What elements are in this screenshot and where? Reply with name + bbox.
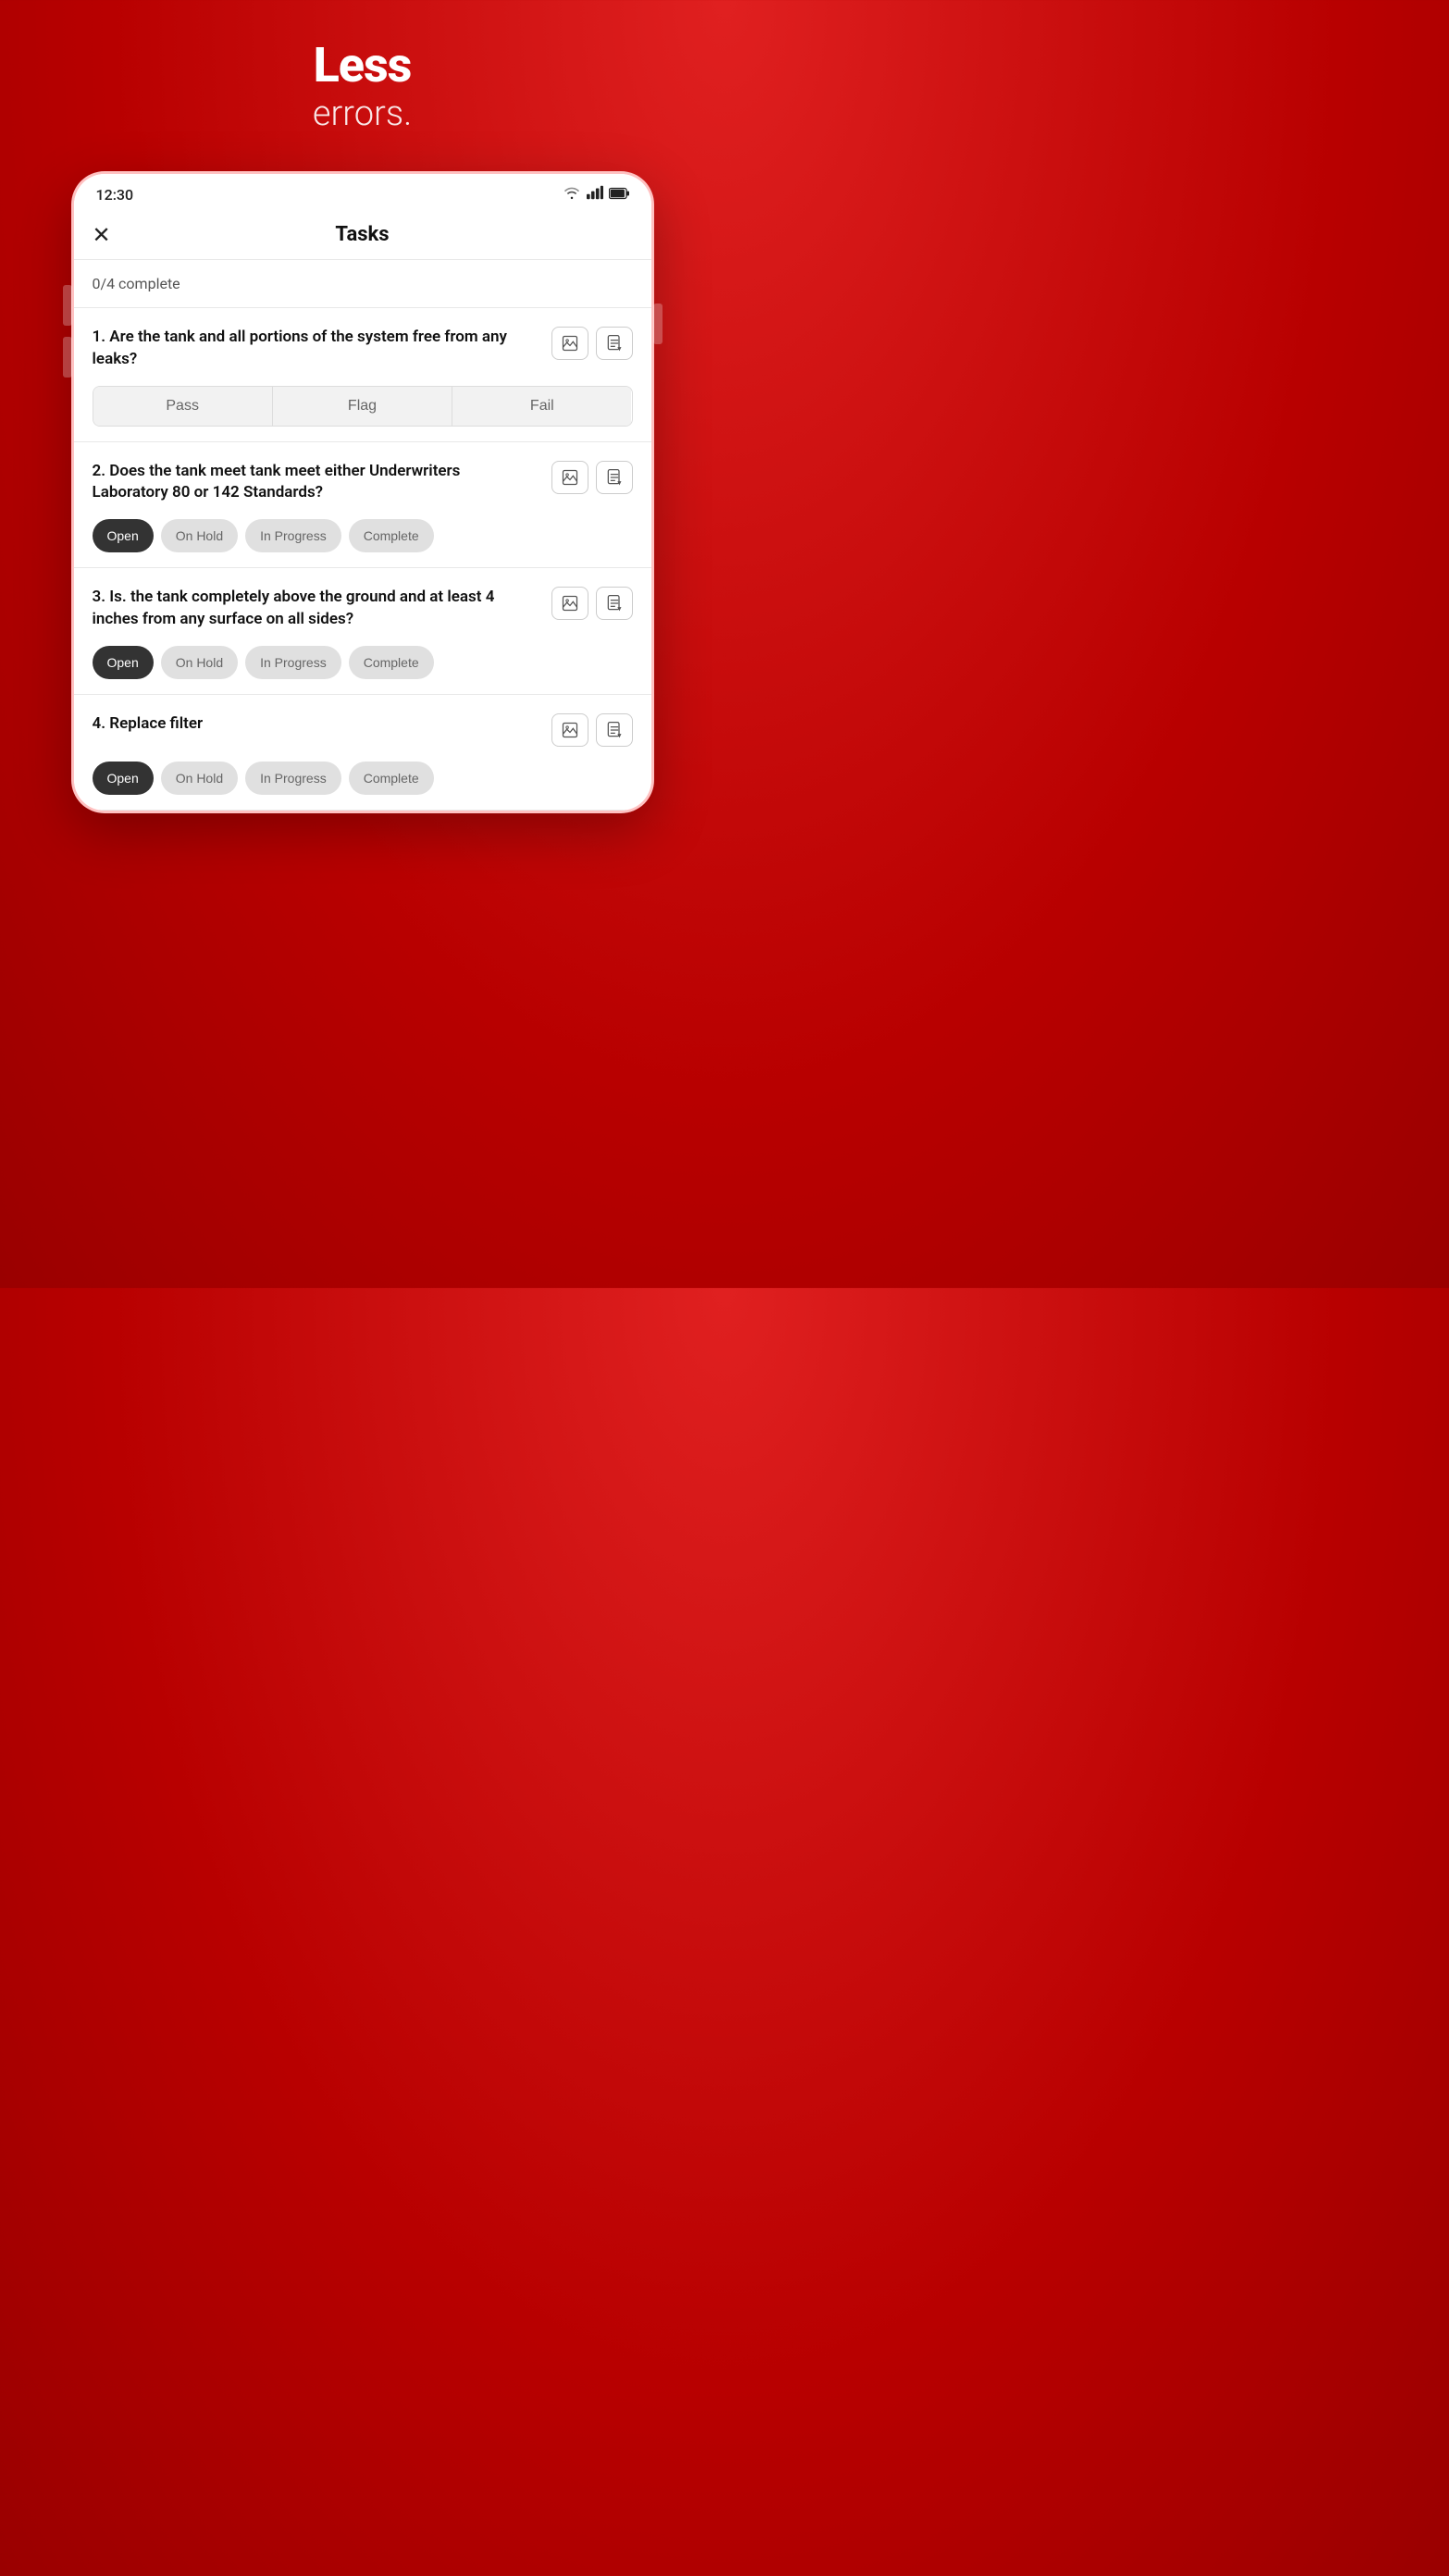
- status-pill-in-progress-2[interactable]: In Progress: [245, 519, 341, 552]
- status-time: 12:30: [96, 186, 134, 204]
- status-buttons-3: OpenOn HoldIn ProgressComplete: [93, 646, 633, 679]
- power-btn: [653, 303, 663, 344]
- phone-frame: 12:30: [71, 171, 654, 813]
- pff-btn-pass-1[interactable]: Pass: [93, 387, 273, 426]
- task-item-1: 1. Are the tank and all portions of the …: [74, 308, 651, 442]
- task-image-btn-3[interactable]: [551, 587, 588, 620]
- volume-down-btn: [63, 337, 72, 378]
- pff-btn-fail-1[interactable]: Fail: [452, 387, 631, 426]
- task-image-btn-1[interactable]: [551, 327, 588, 360]
- task-list: 1. Are the tank and all portions of the …: [74, 308, 651, 811]
- status-pill-open-3[interactable]: Open: [93, 646, 154, 679]
- task-header-1: 1. Are the tank and all portions of the …: [93, 327, 633, 371]
- task-actions-1: [551, 327, 633, 360]
- status-icons: [563, 185, 629, 204]
- task-header-4: 4. Replace filter: [93, 713, 633, 747]
- task-item-2: 2. Does the tank meet tank meet either U…: [74, 442, 651, 569]
- task-image-btn-2[interactable]: [551, 461, 588, 494]
- task-header-2: 2. Does the tank meet tank meet either U…: [93, 461, 633, 505]
- task-item-3: 3. Is. the tank completely above the gro…: [74, 568, 651, 695]
- status-buttons-4: OpenOn HoldIn ProgressComplete: [93, 762, 633, 795]
- hero-section: Less errors.: [313, 37, 412, 134]
- status-pill-on-hold-4[interactable]: On Hold: [161, 762, 238, 795]
- task-note-btn-3[interactable]: [596, 587, 633, 620]
- status-buttons-2: OpenOn HoldIn ProgressComplete: [93, 519, 633, 552]
- task-question-4: 4. Replace filter: [93, 713, 540, 736]
- status-bar: 12:30: [74, 174, 651, 212]
- status-pill-in-progress-3[interactable]: In Progress: [245, 646, 341, 679]
- status-pill-on-hold-2[interactable]: On Hold: [161, 519, 238, 552]
- task-note-btn-4[interactable]: [596, 713, 633, 747]
- status-pill-in-progress-4[interactable]: In Progress: [245, 762, 341, 795]
- status-pill-complete-2[interactable]: Complete: [349, 519, 434, 552]
- task-question-2: 2. Does the tank meet tank meet either U…: [93, 461, 540, 505]
- status-pill-complete-4[interactable]: Complete: [349, 762, 434, 795]
- volume-up-btn: [63, 285, 72, 326]
- pff-btn-flag-1[interactable]: Flag: [273, 387, 452, 426]
- task-header-3: 3. Is. the tank completely above the gro…: [93, 587, 633, 631]
- task-note-btn-1[interactable]: [596, 327, 633, 360]
- signal-icon: [587, 185, 603, 204]
- power-button-area: [653, 303, 663, 344]
- pff-buttons-1: PassFlagFail: [93, 386, 633, 427]
- status-pill-complete-3[interactable]: Complete: [349, 646, 434, 679]
- status-pill-open-4[interactable]: Open: [93, 762, 154, 795]
- app-header: ✕ Tasks: [74, 212, 651, 260]
- app-title: Tasks: [335, 223, 389, 246]
- close-button[interactable]: ✕: [93, 222, 111, 248]
- task-question-1: 1. Are the tank and all portions of the …: [93, 327, 540, 371]
- task-question-3: 3. Is. the tank completely above the gro…: [93, 587, 540, 631]
- hero-less: Less: [313, 37, 412, 93]
- progress-area: 0/4 complete: [74, 260, 651, 308]
- task-actions-3: [551, 587, 633, 620]
- task-item-4: 4. Replace filter OpenOn HoldIn ProgressC…: [74, 695, 651, 811]
- wifi-icon: [563, 185, 581, 204]
- task-image-btn-4[interactable]: [551, 713, 588, 747]
- progress-text: 0/4 complete: [93, 275, 180, 292]
- hero-errors: errors.: [313, 93, 412, 134]
- task-actions-2: [551, 461, 633, 494]
- task-note-btn-2[interactable]: [596, 461, 633, 494]
- status-pill-open-2[interactable]: Open: [93, 519, 154, 552]
- battery-icon: [609, 185, 629, 204]
- task-actions-4: [551, 713, 633, 747]
- phone-screen: 12:30: [74, 174, 651, 811]
- volume-buttons: [63, 285, 72, 378]
- status-pill-on-hold-3[interactable]: On Hold: [161, 646, 238, 679]
